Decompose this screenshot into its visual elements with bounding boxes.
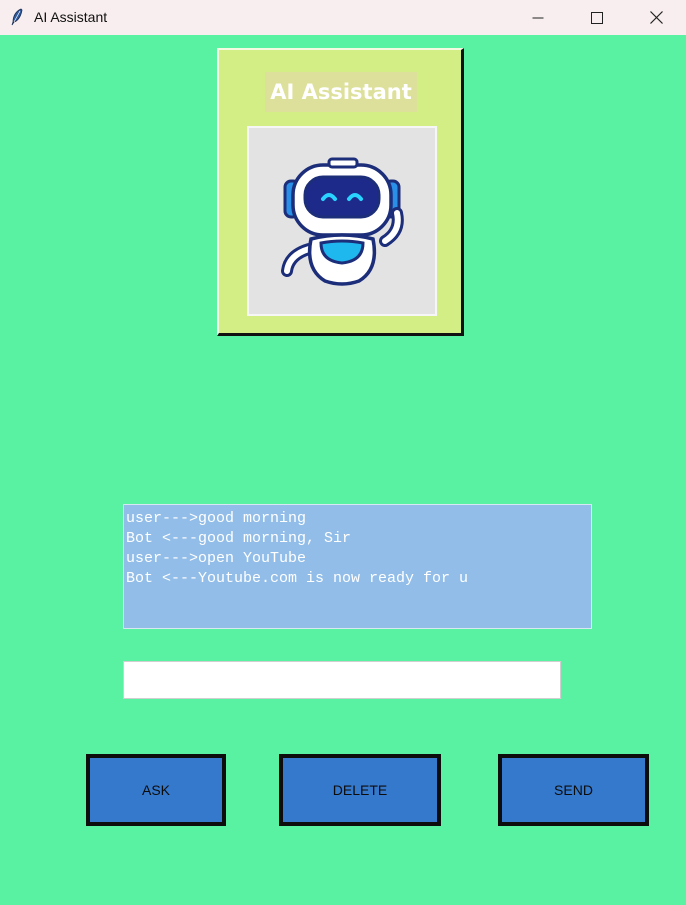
ask-button[interactable]: ASK <box>86 754 226 826</box>
app-heading: AI Assistant <box>265 72 417 112</box>
robot-icon <box>281 157 404 286</box>
chat-log[interactable]: user--->good morning Bot <---good mornin… <box>123 504 592 629</box>
robot-image-frame <box>247 126 437 316</box>
close-icon <box>649 11 663 24</box>
chat-line: Bot <---Youtube.com is now ready for u <box>126 570 469 587</box>
minimize-button[interactable] <box>509 0 567 35</box>
chat-line: user--->open YouTube <box>126 550 307 567</box>
query-input[interactable] <box>123 661 561 699</box>
send-button[interactable]: SEND <box>498 754 649 826</box>
maximize-icon <box>591 11 603 24</box>
window-title: AI Assistant <box>34 9 108 25</box>
minimize-icon <box>532 17 544 18</box>
delete-button[interactable]: DELETE <box>279 754 441 826</box>
window-titlebar: AI Assistant <box>0 0 686 35</box>
header-panel: AI Assistant <box>217 48 464 336</box>
chat-line: user--->good morning <box>126 510 307 527</box>
chat-line: Bot <---good morning, Sir <box>126 530 352 547</box>
feather-icon <box>11 8 23 26</box>
maximize-button[interactable] <box>568 0 626 35</box>
close-button[interactable] <box>627 0 685 35</box>
